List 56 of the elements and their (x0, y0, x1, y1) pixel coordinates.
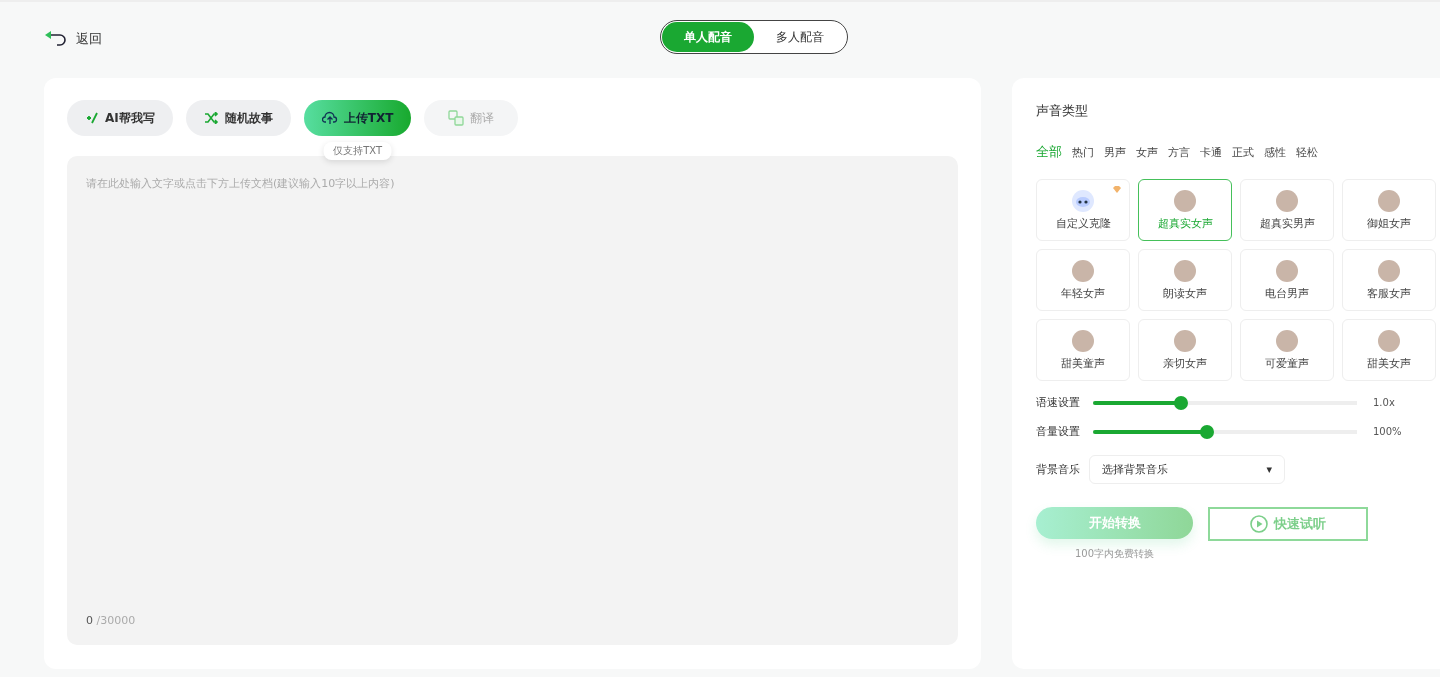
character-count: 0 /30000 (86, 614, 137, 627)
voice-card[interactable]: 朗读女声 (1138, 249, 1232, 311)
category-tab[interactable]: 卡通 (1200, 143, 1228, 161)
voice-card[interactable]: 电台男声 (1240, 249, 1334, 311)
category-tab[interactable]: 女声 (1136, 143, 1164, 161)
avatar-placeholder (1174, 329, 1196, 352)
avatar-placeholder (1378, 259, 1400, 282)
voice-card[interactable]: 甜美童声 (1036, 319, 1130, 381)
avatar-placeholder (1276, 259, 1298, 282)
back-arrow-icon (44, 31, 68, 47)
avatar-placeholder (1378, 329, 1400, 352)
category-tab[interactable]: 热门 (1072, 143, 1100, 161)
slider-label: 语速设置 (1036, 395, 1081, 410)
robot-icon (1072, 189, 1094, 212)
shuffle-icon (203, 112, 219, 124)
category-tab[interactable]: 感性 (1264, 143, 1292, 161)
voice-card[interactable]: 御姐女声 (1342, 179, 1436, 241)
voice-card[interactable]: 超真实男声 (1240, 179, 1334, 241)
voice-card[interactable]: 可爱童声 (1240, 319, 1334, 381)
avatar-placeholder (1276, 329, 1298, 352)
voice-card[interactable]: 年轻女声 (1036, 249, 1130, 311)
voice-card[interactable]: 亲切女声 (1138, 319, 1232, 381)
category-tab[interactable]: 正式 (1232, 143, 1260, 161)
category-tab[interactable]: 方言 (1168, 143, 1196, 161)
free-note: 100字内免费转换 (1074, 547, 1155, 561)
voice-card[interactable]: 自定义克隆 (1036, 179, 1130, 241)
upload-icon (321, 111, 338, 125)
music-label: 背景音乐 (1036, 462, 1081, 477)
input-placeholder: 请在此处输入文字或点击下方上传文档(建议输入10字以上内容) (86, 176, 396, 191)
slider-handle[interactable] (1173, 395, 1188, 410)
tooltip: 仅支持TXT (323, 142, 393, 160)
sparkle-pen-icon (85, 111, 99, 125)
slider-value: 1.0x (1373, 397, 1395, 408)
slider-value: 100% (1373, 426, 1402, 437)
avatar-placeholder (1072, 329, 1094, 352)
voice-card[interactable]: 客服女声 (1342, 249, 1436, 311)
mode-tab[interactable]: 多人配音 (754, 22, 846, 52)
music-dropdown[interactable]: 选择背景音乐 ▾ (1089, 455, 1285, 484)
slider-label: 音量设置 (1036, 424, 1081, 439)
avatar-placeholder (1378, 189, 1400, 212)
slider-handle[interactable] (1199, 424, 1214, 439)
category-tab[interactable]: 轻松 (1296, 143, 1324, 161)
avatar-placeholder (1174, 189, 1196, 212)
panel-title: 声音类型 (1036, 102, 1089, 120)
voice-card[interactable]: 甜美女声 (1342, 319, 1436, 381)
upload-button[interactable]: 上传TXT (303, 100, 412, 136)
translate-icon (448, 110, 465, 126)
category-tab[interactable]: 男声 (1104, 143, 1132, 161)
avatar-placeholder (1174, 259, 1196, 282)
avatar-placeholder (1276, 189, 1298, 212)
write-button[interactable]: AI帮我写 (67, 100, 173, 136)
play-icon (1250, 515, 1268, 533)
avatar-placeholder (1072, 259, 1094, 282)
shuffle-button[interactable]: 随机故事 (185, 100, 291, 136)
back-button[interactable]: 返回 (44, 30, 102, 48)
text-input-area[interactable]: 请在此处输入文字或点击下方上传文档(建议输入10字以上内容) 0 /30000 (67, 156, 958, 645)
